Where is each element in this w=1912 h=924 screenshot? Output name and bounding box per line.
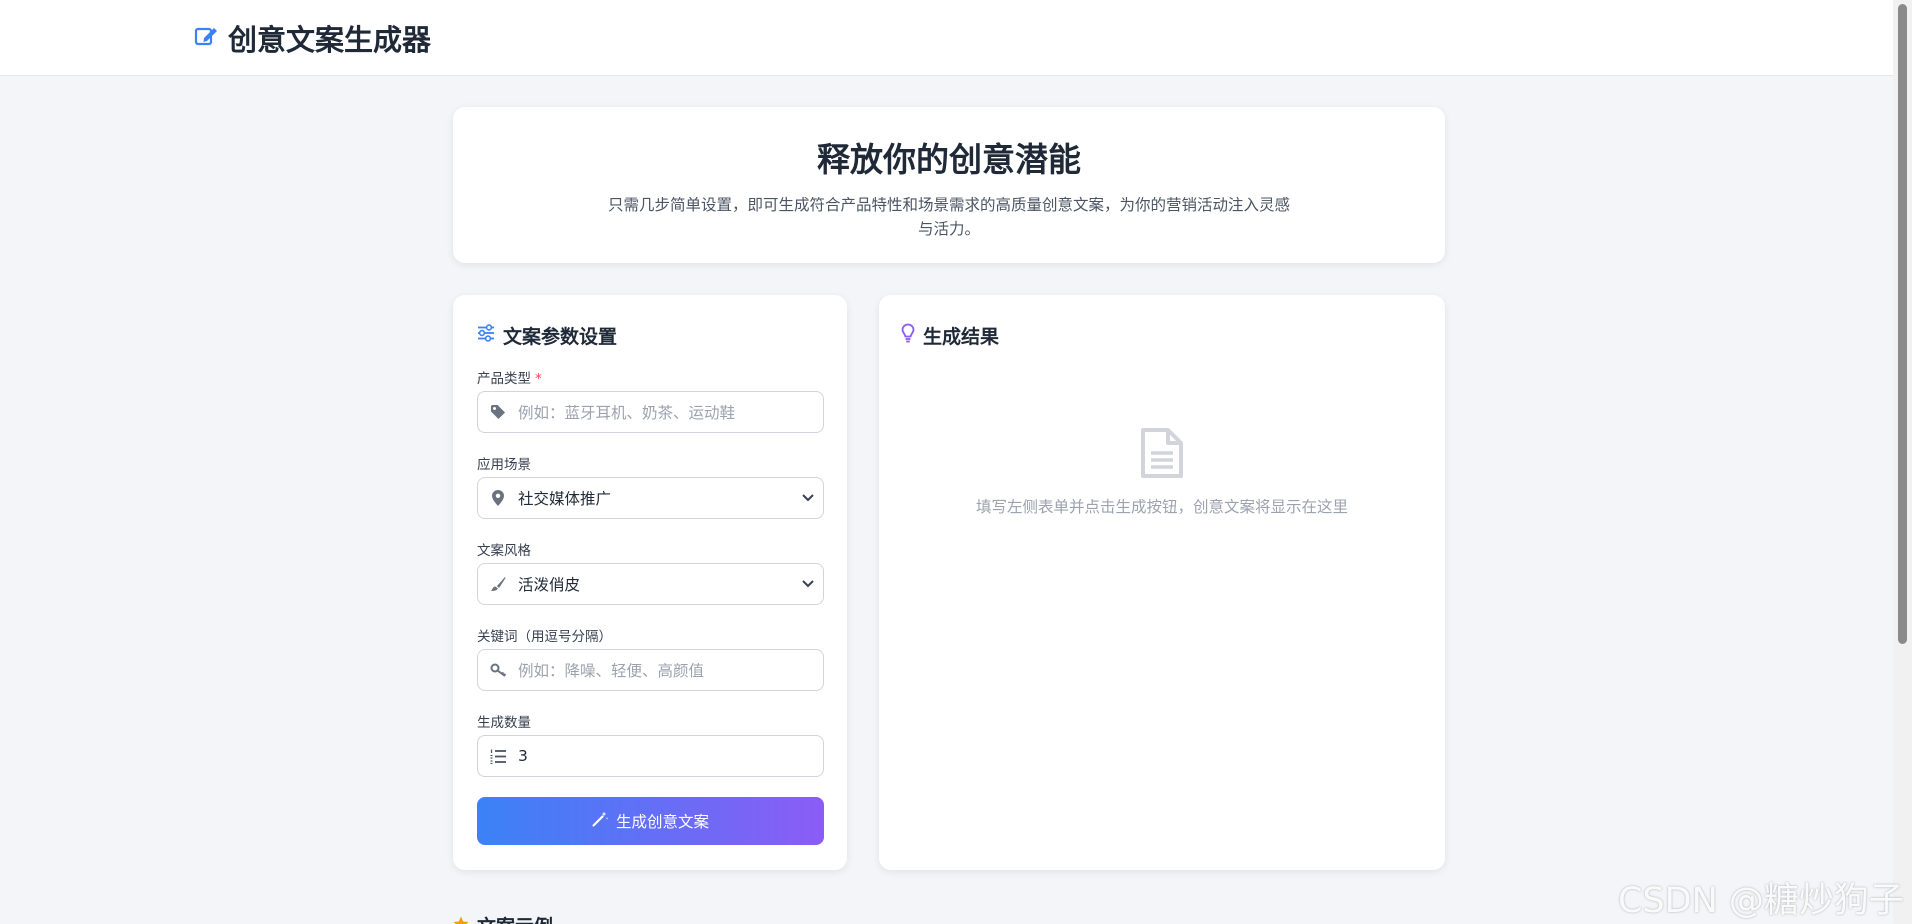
product-type-input[interactable]: 例如：蓝牙耳机、奶茶、运动鞋 bbox=[477, 391, 824, 433]
keywords-input[interactable]: 例如：降噪、轻便、高颜值 bbox=[477, 649, 824, 691]
scene-label: 应用场景 bbox=[477, 457, 531, 473]
settings-title: 文案参数设置 bbox=[503, 325, 618, 348]
product-type-label-text: 产品类型 bbox=[477, 371, 531, 387]
keywords-label: 关键词（用逗号分隔） bbox=[477, 629, 612, 645]
brand: 创意文案生成器 bbox=[194, 18, 431, 58]
generate-button-label: 生成创意文案 bbox=[615, 813, 709, 831]
count-label: 生成数量 bbox=[477, 715, 531, 731]
empty-state: 填写左侧表单并点击生成按钮，创意文案将显示在这里 bbox=[879, 427, 1445, 517]
chevron-down-icon bbox=[793, 494, 823, 502]
app-title: 创意文案生成器 bbox=[228, 23, 432, 57]
settings-header: 文案参数设置 bbox=[477, 320, 617, 350]
empty-state-text: 填写左侧表单并点击生成按钮，创意文案将显示在这里 bbox=[975, 498, 1348, 516]
magic-wand-icon bbox=[592, 811, 608, 831]
generate-button[interactable]: 生成创意文案 bbox=[477, 797, 824, 845]
key-icon bbox=[478, 663, 518, 677]
map-pin-icon bbox=[478, 490, 518, 506]
count-value: 3 bbox=[518, 747, 528, 765]
result-header: 生成结果 bbox=[901, 320, 999, 350]
result-title: 生成结果 bbox=[923, 325, 1000, 348]
count-input[interactable]: 3 bbox=[477, 735, 824, 777]
style-value: 活泼俏皮 bbox=[518, 576, 581, 594]
examples-section-header: 文案示例 bbox=[453, 912, 553, 924]
edit-icon bbox=[194, 24, 218, 52]
hero-card: 释放你的创意潜能 只需几步简单设置，即可生成符合产品特性和场景需求的高质量创意文… bbox=[453, 107, 1445, 263]
star-icon bbox=[453, 916, 469, 924]
settings-card: 文案参数设置 产品类型 * 例如：蓝牙耳机、奶茶、运动鞋 应用场景 社交媒体推广 … bbox=[453, 295, 847, 870]
style-label: 文案风格 bbox=[477, 543, 531, 559]
tag-icon bbox=[478, 404, 518, 420]
list-ol-icon bbox=[478, 749, 518, 764]
hero-description: 只需几步简单设置，即可生成符合产品特性和场景需求的高质量创意文案，为你的营销活动… bbox=[607, 196, 1290, 238]
result-card: 生成结果 填写左侧表单并点击生成按钮，创意文案将显示在这里 bbox=[879, 295, 1445, 870]
product-type-label: 产品类型 * bbox=[477, 367, 542, 387]
scene-select[interactable]: 社交媒体推广 bbox=[477, 477, 824, 519]
product-type-placeholder: 例如：蓝牙耳机、奶茶、运动鞋 bbox=[518, 404, 736, 422]
lightbulb-icon bbox=[901, 323, 915, 347]
watermark: CSDN @糖炒狗子 bbox=[1618, 881, 1904, 921]
brush-icon bbox=[478, 576, 518, 592]
examples-title: 文案示例 bbox=[477, 912, 553, 924]
sliders-icon bbox=[477, 324, 495, 346]
keywords-placeholder: 例如：降噪、轻便、高颜值 bbox=[518, 662, 705, 680]
top-bar: 创意文案生成器 bbox=[0, 0, 1893, 76]
style-select[interactable]: 活泼俏皮 bbox=[477, 563, 824, 605]
scrollbar-track[interactable] bbox=[1893, 0, 1912, 924]
scene-value: 社交媒体推广 bbox=[518, 490, 612, 508]
hero-title: 释放你的创意潜能 bbox=[817, 140, 1081, 179]
required-mark: * bbox=[535, 371, 542, 387]
scrollbar-thumb[interactable] bbox=[1898, 4, 1907, 644]
file-text-icon bbox=[1140, 428, 1184, 483]
chevron-down-icon bbox=[793, 580, 823, 588]
